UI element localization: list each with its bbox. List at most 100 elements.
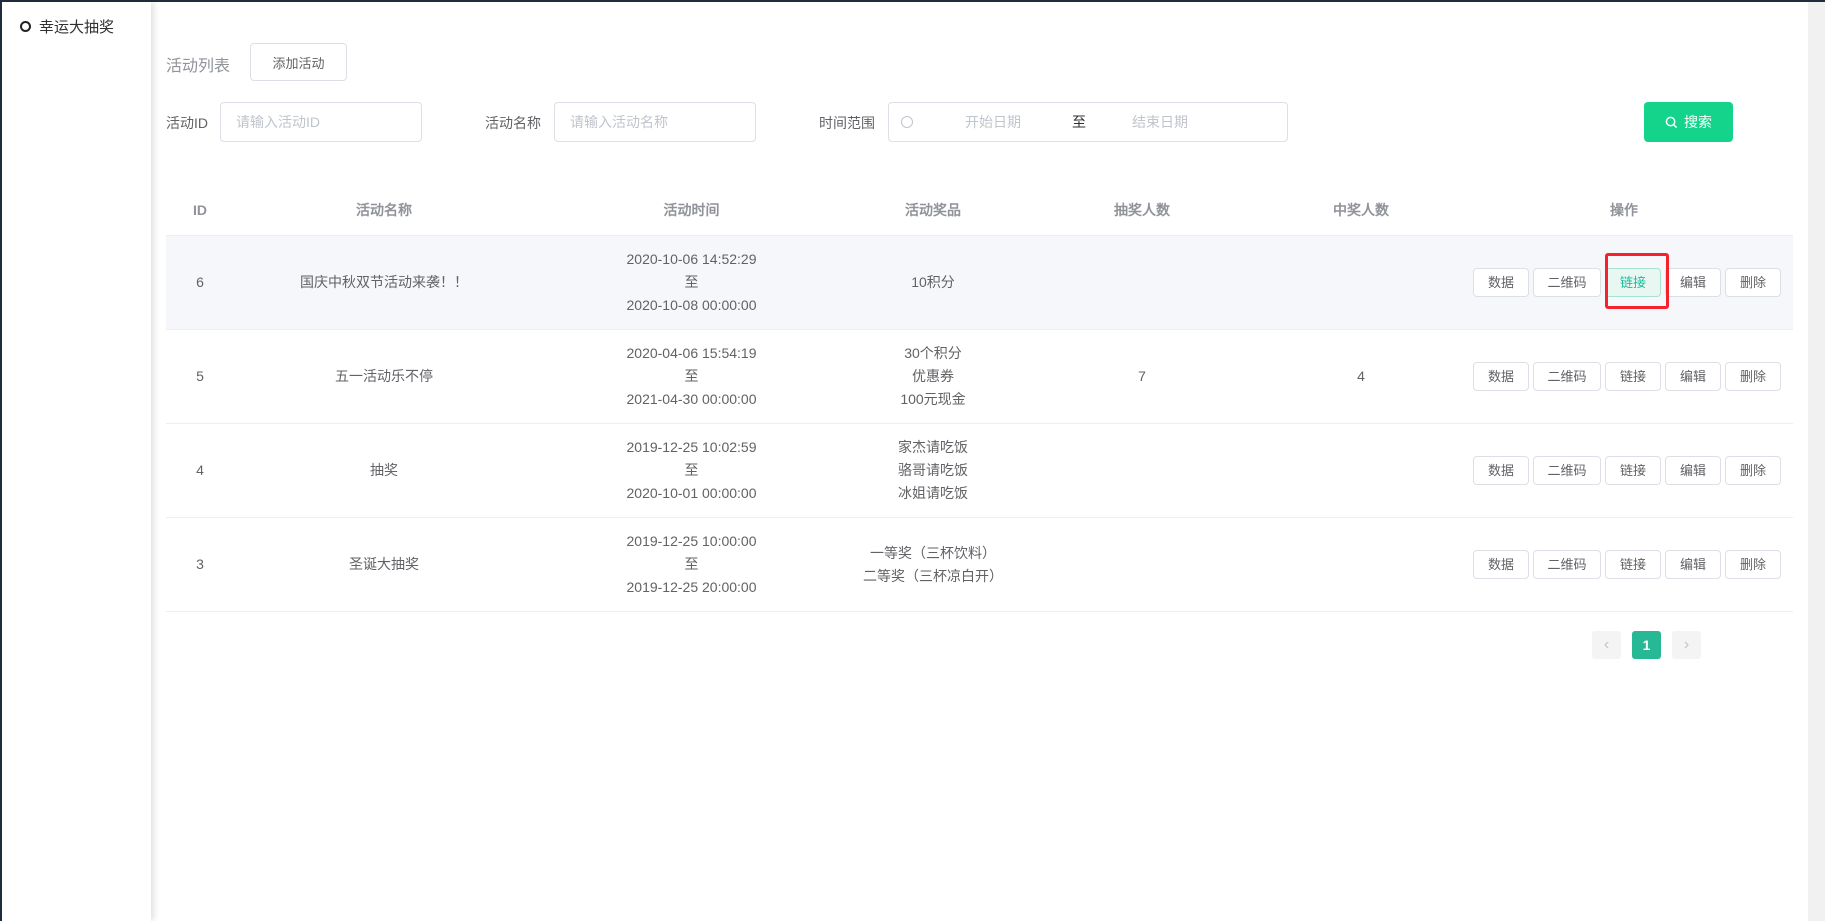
circle-icon bbox=[20, 21, 31, 32]
cell-winners: 4 bbox=[1357, 368, 1365, 384]
range-separator: 至 bbox=[1072, 114, 1086, 130]
end-date-input[interactable]: 结束日期 bbox=[1132, 112, 1188, 132]
cell-participants bbox=[1017, 424, 1267, 517]
start-time: 2019-12-25 10:02:59 bbox=[626, 439, 757, 455]
data-button[interactable]: 数据 bbox=[1473, 550, 1529, 579]
col-prize: 活动奖品 bbox=[905, 202, 961, 218]
activity-id-label: 活动ID bbox=[166, 115, 208, 131]
cell-prizes: 一等奖（三杯饮料） 二等奖（三杯凉白开） bbox=[849, 518, 1017, 611]
table-header: ID 活动名称 活动时间 活动奖品 抽奖人数 中奖人数 操作 bbox=[166, 186, 1793, 236]
cell-name: 五一活动乐不停 bbox=[335, 368, 433, 384]
page-title: 活动列表 bbox=[166, 58, 231, 75]
highlight-box bbox=[1605, 253, 1669, 309]
prize-item: 10积分 bbox=[911, 274, 955, 290]
add-activity-button[interactable]: 添加活动 bbox=[250, 43, 347, 81]
cell-id: 5 bbox=[196, 368, 204, 384]
delete-button[interactable]: 删除 bbox=[1725, 362, 1781, 391]
cell-prizes: 10积分 bbox=[849, 236, 1017, 329]
activity-table: ID 活动名称 活动时间 活动奖品 抽奖人数 中奖人数 操作 6 国庆中秋双节活… bbox=[166, 186, 1793, 612]
time-separator: 至 bbox=[684, 556, 699, 572]
sidebar-item-lucky-draw[interactable]: 幸运大抽奖 bbox=[20, 16, 114, 37]
cell-name: 圣诞大抽奖 bbox=[349, 556, 419, 572]
cell-time: 2020-04-06 15:54:19 至 2021-04-30 00:00:00 bbox=[534, 330, 849, 423]
col-time: 活动时间 bbox=[663, 202, 720, 218]
cell-name: 国庆中秋双节活动来袭！！ bbox=[300, 274, 468, 290]
cell-time: 2020-10-06 14:52:29 至 2020-10-08 00:00:00 bbox=[534, 236, 849, 329]
cell-id: 4 bbox=[196, 462, 204, 478]
edit-button[interactable]: 编辑 bbox=[1665, 362, 1721, 391]
cell-winners bbox=[1267, 424, 1455, 517]
col-participants: 抽奖人数 bbox=[1114, 202, 1170, 218]
end-time: 2020-10-01 00:00:00 bbox=[626, 485, 757, 501]
time-separator: 至 bbox=[684, 462, 699, 478]
end-time: 2021-04-30 00:00:00 bbox=[626, 391, 757, 407]
data-button[interactable]: 数据 bbox=[1473, 456, 1529, 485]
link-button[interactable]: 链接 bbox=[1605, 456, 1661, 485]
cell-id: 3 bbox=[196, 556, 204, 572]
sidebar-item-label: 幸运大抽奖 bbox=[39, 19, 115, 36]
table-row: 5 五一活动乐不停 2020-04-06 15:54:19 至 2021-04-30… bbox=[166, 330, 1793, 424]
date-range-picker[interactable]: 开始日期 至 结束日期 bbox=[888, 102, 1288, 142]
table-row: 4 抽奖 2019-12-25 10:02:59 至 2020-10-01 00:0… bbox=[166, 424, 1793, 518]
start-time: 2020-04-06 15:54:19 bbox=[626, 345, 757, 361]
activity-name-input[interactable]: 请输入活动名称 bbox=[554, 102, 756, 142]
table-row: 3 圣诞大抽奖 2019-12-25 10:00:00 至 2019-12-25 2… bbox=[166, 518, 1793, 612]
prize-item: 优惠券 bbox=[912, 368, 954, 384]
prize-item: 一等奖（三杯饮料） bbox=[870, 544, 996, 561]
next-page-button[interactable]: › bbox=[1672, 631, 1701, 659]
qrcode-button[interactable]: 二维码 bbox=[1533, 456, 1601, 485]
time-separator: 至 bbox=[684, 274, 699, 290]
cell-winners bbox=[1267, 236, 1455, 329]
search-button[interactable]: 搜索 bbox=[1644, 102, 1733, 142]
data-button[interactable]: 数据 bbox=[1473, 362, 1529, 391]
table-row: 6 国庆中秋双节活动来袭！！ 2020-10-06 14:52:29 至 2020-… bbox=[166, 236, 1793, 330]
activity-name-label: 活动名称 bbox=[485, 115, 541, 131]
start-date-input[interactable]: 开始日期 bbox=[965, 112, 1021, 132]
data-button[interactable]: 数据 bbox=[1473, 268, 1529, 297]
search-label: 搜索 bbox=[1684, 114, 1712, 130]
scrollbar[interactable] bbox=[1808, 2, 1825, 921]
cell-participants bbox=[1017, 236, 1267, 329]
end-time: 2020-10-08 00:00:00 bbox=[626, 297, 757, 313]
cell-time: 2019-12-25 10:00:00 至 2019-12-25 20:00:00 bbox=[534, 518, 849, 611]
prize-item: 家杰请吃饭 bbox=[898, 439, 968, 455]
col-name: 活动名称 bbox=[356, 202, 412, 218]
end-time: 2019-12-25 20:00:00 bbox=[626, 579, 757, 595]
prize-item: 100元现金 bbox=[900, 391, 966, 407]
link-button[interactable]: 链接 bbox=[1605, 362, 1661, 391]
search-icon bbox=[1665, 116, 1678, 128]
cell-name: 抽奖 bbox=[370, 462, 398, 478]
qrcode-button[interactable]: 二维码 bbox=[1533, 550, 1601, 579]
edit-button[interactable]: 编辑 bbox=[1665, 456, 1721, 485]
prev-page-button[interactable]: ‹ bbox=[1592, 631, 1621, 659]
cell-time: 2019-12-25 10:02:59 至 2020-10-01 00:00:00 bbox=[534, 424, 849, 517]
start-time: 2019-12-25 10:00:00 bbox=[626, 533, 757, 549]
delete-button[interactable]: 删除 bbox=[1725, 268, 1781, 297]
delete-button[interactable]: 删除 bbox=[1725, 550, 1781, 579]
cell-actions: 数据 二维码 链接 编辑 删除 bbox=[1455, 518, 1793, 611]
edit-button[interactable]: 编辑 bbox=[1665, 550, 1721, 579]
cell-actions: 数据 二维码 链接 编辑 删除 bbox=[1455, 424, 1793, 517]
delete-button[interactable]: 删除 bbox=[1725, 456, 1781, 485]
edit-button[interactable]: 编辑 bbox=[1665, 268, 1721, 297]
cell-prizes: 家杰请吃饭 骆哥请吃饭 冰姐请吃饭 bbox=[849, 424, 1017, 517]
prize-item: 骆哥请吃饭 bbox=[898, 462, 968, 478]
cell-actions: 数据 二维码 链接 编辑 删除 bbox=[1455, 330, 1793, 423]
cell-participants: 7 bbox=[1138, 368, 1146, 384]
time-separator: 至 bbox=[684, 368, 699, 384]
cell-prizes: 30个积分 优惠券 100元现金 bbox=[849, 330, 1017, 423]
col-actions: 操作 bbox=[1610, 202, 1638, 218]
top-border bbox=[0, 0, 1825, 2]
col-id: ID bbox=[193, 202, 207, 218]
link-button[interactable]: 链接 bbox=[1605, 550, 1661, 579]
start-time: 2020-10-06 14:52:29 bbox=[626, 251, 757, 267]
qrcode-button[interactable]: 二维码 bbox=[1533, 268, 1601, 297]
prize-item: 二等奖（三杯凉白开） bbox=[863, 567, 1003, 584]
cell-id: 6 bbox=[196, 274, 204, 290]
page-1-button[interactable]: 1 bbox=[1632, 631, 1661, 659]
sidebar: 幸运大抽奖 bbox=[2, 2, 151, 921]
activity-id-input[interactable]: 请输入活动ID bbox=[220, 102, 422, 142]
qrcode-button[interactable]: 二维码 bbox=[1533, 362, 1601, 391]
time-range-label: 时间范围 bbox=[819, 115, 875, 131]
col-winners: 中奖人数 bbox=[1333, 202, 1389, 218]
